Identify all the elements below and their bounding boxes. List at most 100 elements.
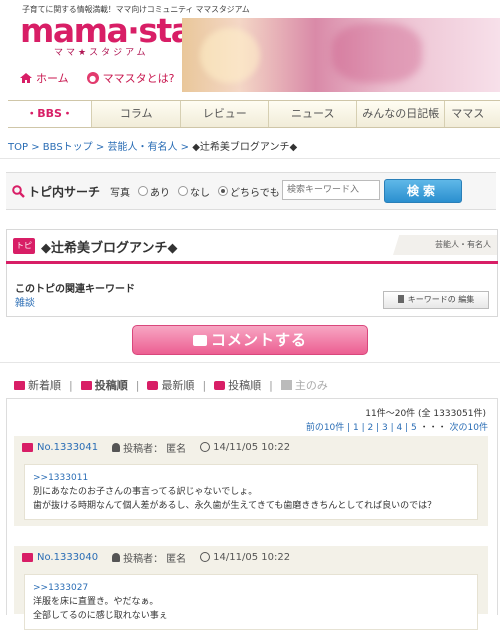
about-link-label: ママスタとは? <box>102 72 175 85</box>
pager-page-4[interactable]: 4 <box>397 423 403 433</box>
author-name: 匿名 <box>166 443 187 455</box>
tab-bbs[interactable]: ・BBS・ <box>8 101 93 127</box>
global-nav: ・BBS・ コラム レビュー ニュース みんなの日記帳 ママス <box>8 100 500 128</box>
sort-owner-only-label: 主のみ <box>294 379 328 392</box>
comment-button[interactable]: コメントする <box>132 325 368 355</box>
pager-page-5[interactable]: 5 <box>411 423 417 433</box>
post-text-line: 全部してるのに感じ取れない事ぇ <box>33 611 168 621</box>
post-date-text: 14/11/05 10:22 <box>213 441 291 453</box>
camera-icon <box>214 380 226 390</box>
topic-badge-icon: トピ <box>13 238 35 254</box>
sort-newest[interactable]: 新着順 <box>14 377 61 393</box>
topic-header: トピ ◆辻希美ブログアンチ◆ 芸能人・有名人 <box>6 229 498 262</box>
tab-mamas[interactable]: ママス <box>445 101 500 127</box>
search-label-text: トピ内サーチ <box>28 184 101 199</box>
breadcrumb: TOP > BBSトップ > 芸能人・有名人 > ◆辻希美ブログアンチ◆ <box>8 138 297 153</box>
post-date: 14/11/05 10:22 <box>200 442 290 453</box>
comment-bubble-icon <box>192 335 207 346</box>
keyword-heading: このトピの関連キーワード <box>15 284 135 295</box>
photo-option-any-label: どちらでも <box>230 187 280 199</box>
post-number[interactable]: No.1333041 <box>37 442 98 453</box>
tab-news[interactable]: ニュース <box>269 101 358 127</box>
photo-option-yes[interactable]: あり <box>138 184 170 199</box>
breadcrumb-sep: > <box>180 142 190 153</box>
comment-icon <box>14 380 25 390</box>
pager-page-2[interactable]: 2 <box>368 423 374 433</box>
divider <box>0 158 500 159</box>
pager-prev[interactable]: 前の10件 <box>306 423 344 433</box>
post-author: 投稿者： 匿名 <box>112 440 186 455</box>
edit-keyword-label: キーワードの 編集 <box>407 295 475 304</box>
breadcrumb-sep: > <box>95 142 105 153</box>
about-link[interactable]: ● ママスタとは? <box>86 70 175 86</box>
breadcrumb-category[interactable]: 芸能人・有名人 <box>107 142 177 153</box>
post-date: 14/11/05 10:22 <box>200 552 290 563</box>
comment-icon <box>80 380 92 390</box>
clock-icon <box>200 442 211 452</box>
post-text-line: 別にあなたのお子さんの事言ってる訳じゃないでしょ。 <box>33 487 258 497</box>
reply-reference-link[interactable]: >>1333011 <box>33 473 88 483</box>
post-number[interactable]: No.1333040 <box>37 552 98 563</box>
clock-icon <box>200 552 211 562</box>
edit-keyword-button[interactable]: キーワードの 編集 <box>383 291 489 309</box>
photo-filter-label: 写真 <box>110 187 131 199</box>
post-text-line: 歯が抜ける時期なんて個人差があるし、永久歯が生えてきても歯磨ききちんとしてれば良… <box>33 501 437 511</box>
breadcrumb-sep: > <box>31 142 40 153</box>
pager-next[interactable]: 次の10件 <box>450 423 488 433</box>
logo-main-text: mama·sta <box>20 11 193 50</box>
tab-diary[interactable]: みんなの日記帳 <box>357 101 446 127</box>
photo-option-no[interactable]: なし <box>178 184 210 199</box>
search-button[interactable]: 検索 <box>384 179 462 203</box>
search-icon <box>12 184 25 198</box>
pager-page-1[interactable]: 1 <box>353 423 359 433</box>
search-label: トピ内サーチ <box>12 183 100 200</box>
author-label: 投稿者： <box>123 443 164 455</box>
topic-category[interactable]: 芸能人・有名人 <box>393 235 497 255</box>
author-label: 投稿者： <box>123 553 164 565</box>
sort-photo-posted[interactable]: 投稿順 <box>214 377 261 393</box>
home-link[interactable]: ホーム <box>20 70 69 86</box>
pager: 前の10件 | 1 | 2 | 3 | 4 | 5 ・・・ 次の10件 <box>305 423 488 433</box>
author-name: 匿名 <box>166 553 187 565</box>
sort-options: 新着順 | 投稿順 | 最新順 | 投稿順 | 主のみ <box>14 377 328 393</box>
breadcrumb-bbs[interactable]: BBSトップ <box>43 142 93 153</box>
comment-icon <box>22 552 33 562</box>
user-icon <box>280 380 292 390</box>
post-item: No.1333041 投稿者： 匿名 14/11/05 10:22 >>13330… <box>14 436 488 526</box>
post-author: 投稿者： 匿名 <box>112 550 186 565</box>
keyword-link[interactable]: 雑談 <box>15 294 35 309</box>
tab-review[interactable]: レビュー <box>181 101 270 127</box>
sort-newest-label: 新着順 <box>28 379 61 392</box>
post-header: No.1333040 投稿者： 匿名 14/11/05 10:22 <box>14 546 488 568</box>
breadcrumb-top[interactable]: TOP <box>8 142 28 153</box>
photo-option-no-label: なし <box>190 187 211 199</box>
topic-title: ◆辻希美ブログアンチ◆ <box>41 241 178 256</box>
pager-ellipsis: ・・・ <box>419 423 447 433</box>
site-logo[interactable]: mama·sta ママ★スタジアム <box>20 11 193 60</box>
document-icon <box>397 295 404 303</box>
divider <box>0 362 500 363</box>
comment-icon <box>22 442 33 452</box>
header-nav: ホーム ● ママスタとは? <box>20 70 175 86</box>
search-input[interactable] <box>282 180 380 200</box>
home-link-label: ホーム <box>36 72 69 85</box>
camera-icon <box>147 380 159 390</box>
sort-posted[interactable]: 投稿順 <box>80 377 128 393</box>
reply-reference-link[interactable]: >>1333027 <box>33 583 88 593</box>
post-header: No.1333041 投稿者： 匿名 14/11/05 10:22 <box>14 436 488 458</box>
comment-button-label: コメントする <box>210 331 307 349</box>
header-banner-image[interactable] <box>182 18 500 92</box>
post-body: >>1333027 洋服を床に直置き。やだなぁ。 全部してるのに感じ取れない事ぇ <box>24 574 478 630</box>
info-icon: ● <box>86 72 99 84</box>
post-date-text: 14/11/05 10:22 <box>213 551 291 563</box>
sort-photo-newest[interactable]: 最新順 <box>147 377 194 393</box>
topic-search-bar: トピ内サーチ 写真 あり なし どちらでも 検索 <box>6 172 496 210</box>
sort-owner-only[interactable]: 主のみ <box>280 377 328 393</box>
sort-photo-newest-label: 最新順 <box>161 379 195 392</box>
tab-column[interactable]: コラム <box>92 101 182 127</box>
keyword-box: このトピの関連キーワード 雑談 キーワードの 編集 <box>6 264 498 317</box>
user-icon <box>112 442 121 452</box>
pager-page-3[interactable]: 3 <box>382 423 388 433</box>
photo-option-any[interactable]: どちらでも <box>218 184 280 199</box>
breadcrumb-current: ◆辻希美ブログアンチ◆ <box>192 142 298 153</box>
